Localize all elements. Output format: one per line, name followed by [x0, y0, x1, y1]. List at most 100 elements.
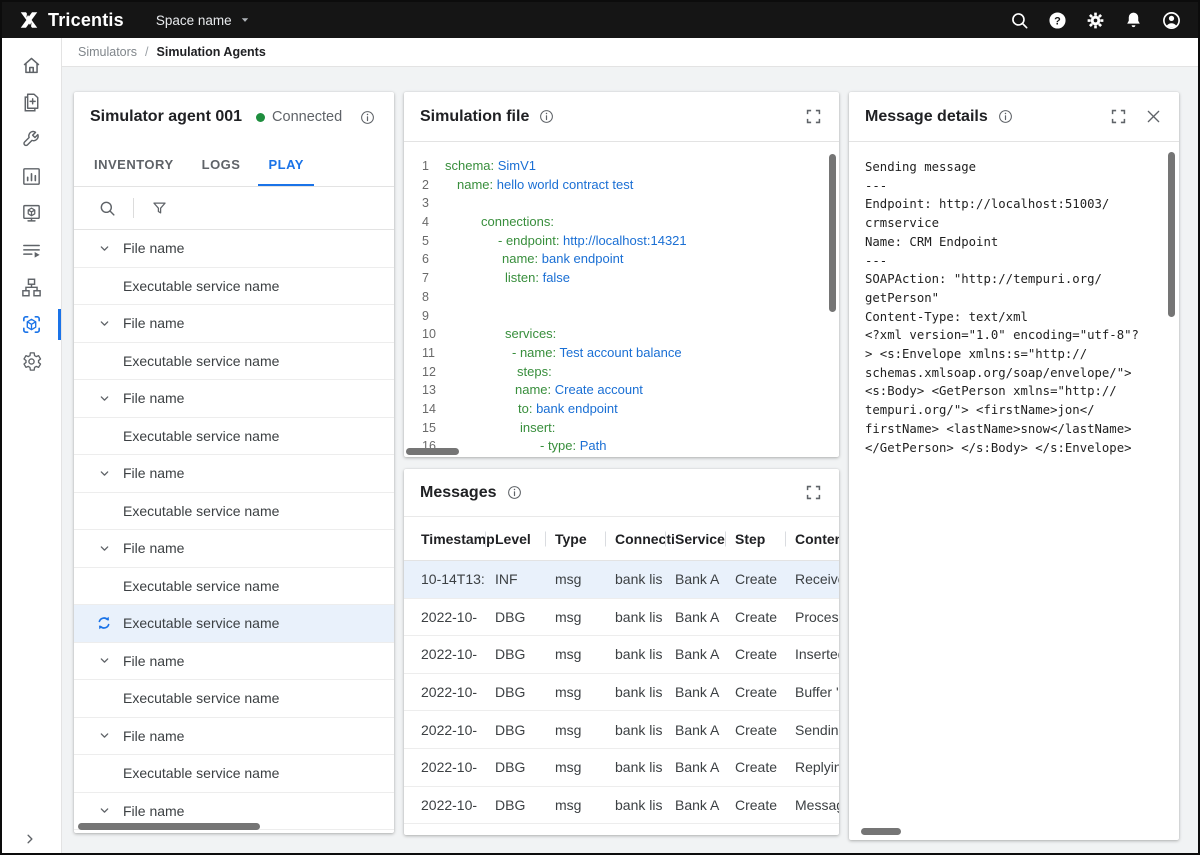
info-icon[interactable] [359, 109, 376, 126]
tree-row-label: Executable service name [123, 428, 279, 444]
column-header-step[interactable]: Step [735, 531, 795, 547]
sidebar-item-list-play[interactable] [2, 232, 61, 269]
tree-row-file[interactable]: File name [74, 643, 394, 681]
filter-icon[interactable] [150, 199, 169, 218]
tree-row-file[interactable]: File name [74, 230, 394, 268]
info-icon[interactable] [997, 108, 1014, 125]
tab-play[interactable]: PLAY [254, 142, 317, 186]
sidebar-item-file-plus[interactable] [2, 84, 61, 121]
yaml-key: schema: [445, 158, 494, 173]
account-icon[interactable] [1161, 10, 1182, 31]
sidebar-item-home[interactable] [2, 47, 61, 84]
message-cell: msg [555, 646, 615, 662]
info-icon[interactable] [506, 484, 523, 501]
tree-row-executable-service[interactable]: Executable service name [74, 680, 394, 718]
sidebar-item-cube-scan[interactable] [2, 306, 61, 343]
sidebar-item-bar-chart[interactable] [2, 158, 61, 195]
message-row[interactable]: 2022-10-DBGmsgbank lisBank ACreateMessag… [404, 787, 839, 825]
info-icon[interactable] [538, 108, 555, 125]
chevron-down-icon[interactable] [96, 802, 113, 819]
sidebar-item-box-monitor[interactable] [2, 195, 61, 232]
chevron-down-icon[interactable] [96, 465, 113, 482]
tree-row-executable-service[interactable]: Executable service name [74, 343, 394, 381]
expand-icon[interactable] [804, 483, 823, 502]
chevron-down-icon[interactable] [96, 652, 113, 669]
chevron-down-icon[interactable] [96, 240, 113, 257]
agent-hscrollbar-thumb[interactable] [78, 823, 260, 830]
simulation-file-title: Simulation file [420, 108, 529, 126]
sidebar-item-gear[interactable] [2, 343, 61, 380]
search-icon[interactable] [1009, 10, 1030, 31]
tree-row-file[interactable]: File name [74, 530, 394, 568]
tree-row-file[interactable]: File name [74, 380, 394, 418]
tree-row-file[interactable]: File name [74, 718, 394, 756]
details-vscrollbar-thumb[interactable] [1168, 152, 1175, 317]
code-line: 16- type: Path [404, 437, 839, 456]
message-cell: 2022-10- [421, 759, 495, 775]
message-row[interactable]: 2022-10-DBGmsgbank lisBank ACreateSendin… [404, 711, 839, 749]
message-cell: 2022-10- [421, 684, 495, 700]
message-row[interactable]: 10-14T13:INFmsgbank lisBank ACreateRecei… [404, 561, 839, 599]
breadcrumb-parent[interactable]: Simulators [78, 45, 137, 59]
message-row[interactable]: 2022-10-DBGmsgbank lisBank ACreateInsert… [404, 636, 839, 674]
column-header-content[interactable]: Content [795, 531, 839, 547]
message-cell: msg [555, 609, 615, 625]
message-cell: DBG [495, 609, 555, 625]
details-hscrollbar-thumb[interactable] [861, 828, 901, 835]
close-icon[interactable] [1144, 107, 1163, 126]
chevron-down-icon[interactable] [96, 727, 113, 744]
yaml-key: services: [505, 326, 556, 341]
tree-row-executable-service[interactable]: Executable service name [74, 493, 394, 531]
breadcrumb: Simulators / Simulation Agents [62, 38, 1200, 67]
message-row[interactable]: 2022-10-DBGmsgbank lisBank ACreateProces… [404, 599, 839, 637]
column-header-connection[interactable]: Connection [615, 531, 675, 547]
chevron-down-icon[interactable] [96, 390, 113, 407]
code-line: 13name: Create account [404, 381, 839, 400]
yaml-code-viewer[interactable]: 1schema: SimV12name: hello world contrac… [404, 142, 839, 457]
chevron-down-icon[interactable] [96, 540, 113, 557]
expand-icon[interactable] [1109, 107, 1128, 126]
search-icon[interactable] [98, 199, 117, 218]
tree-row-executable-service[interactable]: Executable service name [74, 568, 394, 606]
expand-icon[interactable] [804, 107, 823, 126]
tree-row-label: File name [123, 728, 184, 744]
tree-row-label: File name [123, 540, 184, 556]
message-cell: bank lis [615, 646, 675, 662]
message-cell: Inserted [795, 646, 839, 662]
message-details-body[interactable]: Sending message --- Endpoint: http://loc… [849, 142, 1179, 840]
help-icon[interactable]: ? [1047, 10, 1068, 31]
tree-row-executable-service[interactable]: Executable service name [74, 755, 394, 793]
tree-row-executable-service[interactable]: Executable service name [74, 418, 394, 456]
simfile-hscrollbar-thumb[interactable] [406, 448, 459, 455]
column-header-type[interactable]: Type [555, 531, 615, 547]
sidebar-expand-button[interactable] [21, 830, 39, 848]
tree-row-file[interactable]: File name [74, 305, 394, 343]
code-line: 2name: hello world contract test [404, 176, 839, 195]
breadcrumb-current: Simulation Agents [157, 45, 266, 59]
sidebar-item-wrench[interactable] [2, 121, 61, 158]
status-label: Connected [272, 109, 342, 125]
line-number: 7 [404, 269, 434, 288]
tab-inventory[interactable]: INVENTORY [80, 142, 188, 186]
code-line: 15insert: [404, 419, 839, 438]
settings-icon[interactable] [1085, 10, 1106, 31]
notifications-icon[interactable] [1123, 10, 1144, 31]
tab-logs[interactable]: LOGS [188, 142, 255, 186]
tree-row-executable-service[interactable]: Executable service name [74, 268, 394, 306]
tree-row-file[interactable]: File name [74, 455, 394, 493]
chevron-down-icon[interactable] [96, 315, 113, 332]
agent-panel-header: Simulator agent 001 Connected [74, 92, 394, 142]
column-header-level[interactable]: Level [495, 531, 555, 547]
sidebar-item-sitemap[interactable] [2, 269, 61, 306]
home-icon [20, 54, 43, 77]
yaml-value: SimV1 [494, 158, 536, 173]
column-header-service[interactable]: Service [675, 531, 735, 547]
message-row[interactable]: 2022-10-DBGmsgbank lisBank ACreateReplyi… [404, 749, 839, 787]
simfile-vscrollbar-thumb[interactable] [829, 154, 836, 312]
yaml-key: insert: [520, 420, 555, 435]
message-row[interactable]: 2022-10-DBGmsgbank lisBank ACreateBuffer… [404, 674, 839, 712]
tree-row-executable-service[interactable]: Executable service name [74, 605, 394, 643]
message-cell: msg [555, 722, 615, 738]
column-header-timestamp[interactable]: Timestamp [421, 531, 495, 547]
space-selector[interactable]: Space name [156, 13, 252, 28]
